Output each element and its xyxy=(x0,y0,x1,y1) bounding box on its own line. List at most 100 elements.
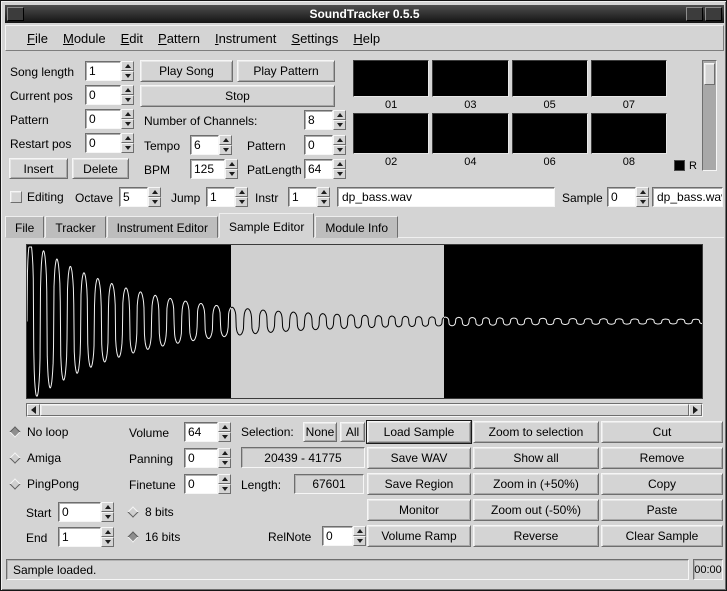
sample-spinner[interactable]: 0 xyxy=(607,187,649,207)
finetune-value[interactable]: 0 xyxy=(184,474,218,494)
zoom-in-button[interactable]: Zoom in (+50%) xyxy=(473,473,599,495)
show-all-button[interactable]: Show all xyxy=(473,447,599,469)
remove-button[interactable]: Remove xyxy=(601,447,723,469)
editing-checkbox[interactable] xyxy=(10,191,22,203)
waveform-selection[interactable] xyxy=(231,245,444,398)
menu-module[interactable]: Module xyxy=(63,31,106,46)
spin-down-button[interactable] xyxy=(218,484,231,494)
close-button[interactable] xyxy=(705,7,722,21)
waveform-display[interactable] xyxy=(26,244,703,399)
instrument-name-entry[interactable]: dp_bass.wav xyxy=(337,187,555,207)
pattern-spinner[interactable]: 0 xyxy=(85,109,134,129)
titlebar[interactable]: SoundTracker 0.5.5 xyxy=(5,5,724,23)
menu-pattern[interactable]: Pattern xyxy=(158,31,200,46)
menu-instrument[interactable]: Instrument xyxy=(215,31,276,46)
zoom-out-button[interactable]: Zoom out (-50%) xyxy=(473,499,599,521)
selection-none-button[interactable]: None xyxy=(303,422,337,442)
save-region-button[interactable]: Save Region xyxy=(367,473,471,495)
scope-channel-05[interactable] xyxy=(512,60,588,97)
pattern2-spinner[interactable]: 0 xyxy=(304,135,346,155)
spin-down-button[interactable] xyxy=(333,120,346,130)
spin-down-button[interactable] xyxy=(121,71,134,81)
channels-value[interactable]: 8 xyxy=(304,110,333,130)
channels-spinner[interactable]: 8 xyxy=(304,110,346,130)
spin-down-button[interactable] xyxy=(148,197,161,207)
sample-value[interactable]: 0 xyxy=(607,187,636,207)
menu-settings[interactable]: Settings xyxy=(291,31,338,46)
save-wav-button[interactable]: Save WAV xyxy=(367,447,471,469)
menu-help[interactable]: Help xyxy=(353,31,380,46)
relnote-value[interactable]: 0 xyxy=(322,526,353,546)
octave-spinner[interactable]: 5 xyxy=(119,187,161,207)
volume-slider-thumb[interactable] xyxy=(704,63,715,85)
tab-instrument-editor[interactable]: Instrument Editor xyxy=(107,216,218,238)
spin-up-button[interactable] xyxy=(333,159,346,169)
spin-down-button[interactable] xyxy=(121,143,134,153)
copy-button[interactable]: Copy xyxy=(601,473,723,495)
scope-channel-08[interactable] xyxy=(591,113,667,154)
spin-up-button[interactable] xyxy=(225,159,238,169)
panning-spinner[interactable]: 0 xyxy=(184,448,231,468)
volume-slider[interactable] xyxy=(702,60,717,171)
instr-spinner[interactable]: 1 xyxy=(288,187,330,207)
delete-button[interactable]: Delete xyxy=(72,158,129,179)
tab-tracker[interactable]: Tracker xyxy=(45,216,105,238)
spin-up-button[interactable] xyxy=(219,135,232,145)
insert-button[interactable]: Insert xyxy=(9,158,68,179)
sample-name-entry[interactable]: dp_bass.wav xyxy=(652,187,723,207)
spin-down-button[interactable] xyxy=(333,169,346,179)
tab-file[interactable]: File xyxy=(5,216,44,238)
spin-up-button[interactable] xyxy=(317,187,330,197)
loop-start-spinner[interactable]: 0 xyxy=(58,502,114,522)
tempo-spinner[interactable]: 6 xyxy=(190,135,232,155)
bpm-spinner[interactable]: 125 xyxy=(190,159,238,179)
radio-pingpong[interactable]: PingPong xyxy=(11,477,79,491)
current-pos-value[interactable]: 0 xyxy=(85,85,121,105)
spin-down-button[interactable] xyxy=(353,536,366,546)
loop-start-value[interactable]: 0 xyxy=(58,502,101,522)
pattern-value[interactable]: 0 xyxy=(85,109,121,129)
spin-up-button[interactable] xyxy=(333,135,346,145)
spin-up-button[interactable] xyxy=(121,85,134,95)
scope-channel-07[interactable] xyxy=(591,60,667,97)
restart-pos-spinner[interactable]: 0 xyxy=(85,133,134,153)
instr-value[interactable]: 1 xyxy=(288,187,317,207)
scrollbar-thumb[interactable] xyxy=(40,404,689,416)
tab-module-info[interactable]: Module Info xyxy=(315,216,398,238)
scope-channel-02[interactable] xyxy=(353,113,429,154)
radio-amiga[interactable]: Amiga xyxy=(11,451,61,465)
loop-end-value[interactable]: 1 xyxy=(58,527,101,547)
patlength-value[interactable]: 64 xyxy=(304,159,333,179)
reverse-button[interactable]: Reverse xyxy=(473,525,599,547)
radio-no-loop[interactable]: No loop xyxy=(11,425,68,439)
selection-all-button[interactable]: All xyxy=(340,422,365,442)
spin-up-button[interactable] xyxy=(235,187,248,197)
scope-channel-06[interactable] xyxy=(512,113,588,154)
stop-button[interactable]: Stop xyxy=(140,85,335,107)
spin-up-button[interactable] xyxy=(101,527,114,537)
spin-down-button[interactable] xyxy=(317,197,330,207)
restart-pos-value[interactable]: 0 xyxy=(85,133,121,153)
maximize-button[interactable] xyxy=(686,7,703,21)
loop-end-spinner[interactable]: 1 xyxy=(58,527,114,547)
window-menu-button[interactable] xyxy=(7,7,24,21)
paste-button[interactable]: Paste xyxy=(601,499,723,521)
spin-up-button[interactable] xyxy=(121,109,134,119)
bpm-value[interactable]: 125 xyxy=(190,159,225,179)
scroll-right-button[interactable] xyxy=(689,404,702,416)
volume-ramp-button[interactable]: Volume Ramp xyxy=(367,525,471,547)
cut-button[interactable]: Cut xyxy=(601,421,723,443)
scope-channel-04[interactable] xyxy=(432,113,508,154)
spin-up-button[interactable] xyxy=(121,133,134,143)
scope-channel-01[interactable] xyxy=(353,60,429,97)
volume-value[interactable]: 64 xyxy=(184,422,218,442)
volume-spinner[interactable]: 64 xyxy=(184,422,231,442)
spin-down-button[interactable] xyxy=(225,169,238,179)
spin-down-button[interactable] xyxy=(218,432,231,442)
octave-value[interactable]: 5 xyxy=(119,187,148,207)
current-pos-spinner[interactable]: 0 xyxy=(85,85,134,105)
load-sample-button[interactable]: Load Sample xyxy=(367,421,471,443)
spin-up-button[interactable] xyxy=(333,110,346,120)
spin-down-button[interactable] xyxy=(333,145,346,155)
radio-8-bits[interactable]: 8 bits xyxy=(129,505,174,519)
